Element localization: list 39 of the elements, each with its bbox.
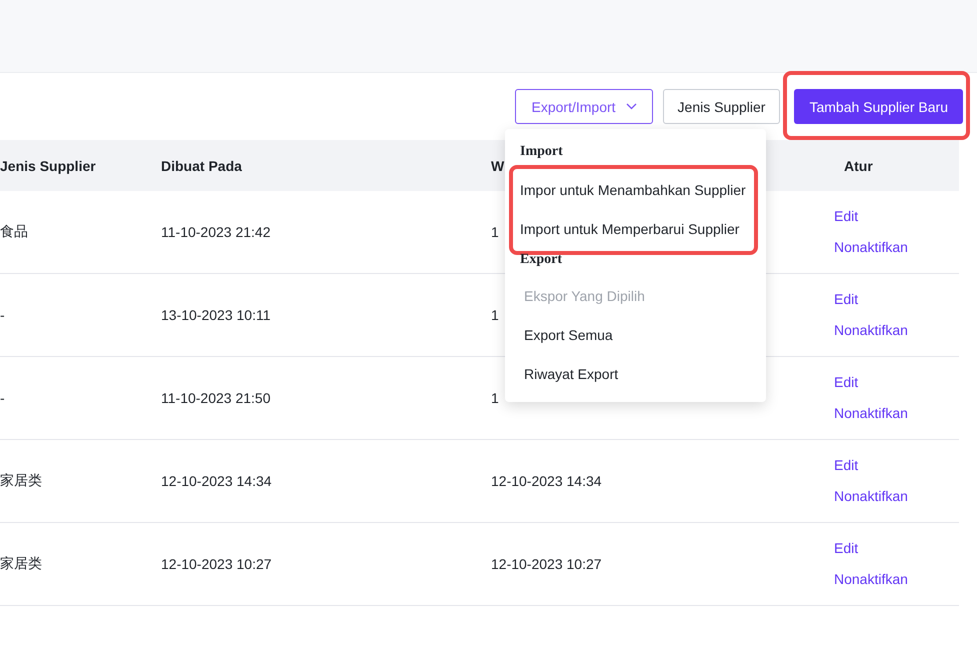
- table-cell: 12-10-2023 14:34: [491, 473, 602, 489]
- action-link[interactable]: Nonaktifkan: [834, 398, 908, 429]
- action-link[interactable]: Nonaktifkan: [834, 232, 908, 263]
- action-link[interactable]: Edit: [834, 284, 858, 315]
- table-cell: 11-10-2023 21:42: [161, 224, 270, 240]
- action-link[interactable]: Edit: [834, 367, 858, 398]
- menu-section-title: Import: [520, 143, 563, 161]
- action-link[interactable]: Edit: [834, 533, 858, 564]
- column-header: Jenis Supplier: [0, 158, 96, 174]
- table-cell: -: [0, 307, 5, 323]
- action-link[interactable]: Nonaktifkan: [834, 564, 908, 595]
- menu-item[interactable]: Impor untuk Menambahkan Supplier: [520, 171, 754, 210]
- column-header: W: [491, 158, 504, 174]
- table-cell: 11-10-2023 21:50: [161, 390, 270, 406]
- action-link[interactable]: Edit: [834, 201, 858, 232]
- menu-item[interactable]: Import untuk Memperbarui Supplier: [520, 210, 754, 249]
- add-supplier-button[interactable]: Tambah Supplier Baru: [794, 89, 963, 124]
- menu-item[interactable]: Riwayat Export: [524, 355, 754, 394]
- table-cell: 家居类: [0, 555, 42, 571]
- table-cell: 1: [491, 390, 499, 406]
- table-cell: 12-10-2023 10:27: [161, 556, 272, 572]
- table-cell: 13-10-2023 10:11: [161, 307, 270, 323]
- action-link[interactable]: Nonaktifkan: [834, 481, 908, 512]
- action-link[interactable]: Edit: [834, 450, 858, 481]
- table-cell: 12-10-2023 14:34: [161, 473, 272, 489]
- table-cell: 1: [491, 307, 499, 323]
- menu-section-title: Export: [520, 251, 562, 269]
- table-cell: 1: [491, 224, 499, 240]
- column-header: Dibuat Pada: [161, 158, 242, 174]
- table-cell: 食品: [0, 223, 28, 239]
- action-link[interactable]: Nonaktifkan: [834, 315, 908, 346]
- column-header: Atur: [844, 158, 873, 174]
- table-cell: -: [0, 390, 5, 406]
- table-cell: 家居类: [0, 472, 42, 488]
- supplier-type-button[interactable]: Jenis Supplier: [662, 89, 780, 124]
- chevron-down-icon: [626, 103, 637, 110]
- export-import-dropdown[interactable]: Export/Import: [514, 89, 653, 124]
- table-cell: 12-10-2023 10:27: [491, 556, 602, 572]
- menu-item[interactable]: Export Semua: [524, 316, 754, 355]
